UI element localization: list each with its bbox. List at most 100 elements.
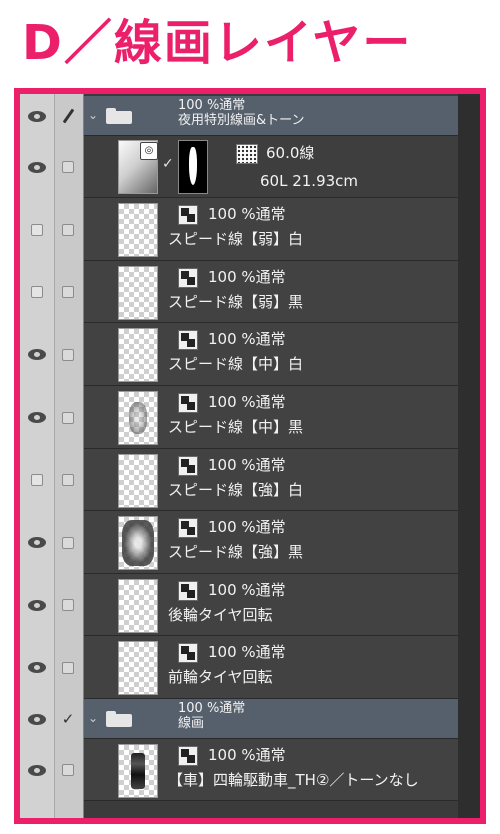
visibility-toggle[interactable] (20, 636, 54, 699)
layer-content[interactable]: 100 %通常スピード線【強】黒 (84, 511, 458, 574)
lock-checkbox-icon (62, 599, 74, 611)
layer-blend-mode: 100 %通常 (208, 268, 286, 286)
layer-row[interactable]: 100 %通常 後輪タイヤ回転 (20, 574, 458, 636)
lock-toggle[interactable] (54, 96, 82, 136)
chevron-down-icon[interactable]: ⌄ (88, 108, 98, 122)
layer-blend-mode: 100 %通常 (208, 393, 286, 411)
lock-toggle[interactable] (54, 386, 82, 449)
folder-name: 線画 (178, 716, 205, 731)
raster-layer-icon (178, 268, 198, 288)
lock-toggle[interactable] (54, 261, 82, 323)
layer-row[interactable]: 100 %通常スピード線【強】黒 (20, 511, 458, 574)
layer-name: 【車】四輪駆動車_TH②／トーンなし (168, 771, 419, 789)
scrollbar[interactable] (458, 94, 480, 818)
layer-content[interactable]: 100 %通常 スピード線【中】黒 (84, 386, 458, 449)
eye-icon (28, 599, 46, 611)
layer-row[interactable]: 100 %通常 スピード線【強】白 (20, 449, 458, 511)
visibility-toggle[interactable] (20, 699, 54, 739)
hidden-checkbox-icon (31, 474, 43, 486)
raster-layer-icon (178, 205, 198, 225)
visibility-toggle[interactable] (20, 386, 54, 449)
layer-thumbnail (118, 641, 158, 695)
page-title: D／線画レイヤー (22, 15, 413, 71)
layer-content[interactable]: 100 %通常スピード線【中】白 (84, 323, 458, 386)
layer-row[interactable]: 100 %通常 前輪タイヤ回転 (20, 636, 458, 699)
chevron-down-icon[interactable]: ⌄ (88, 711, 98, 725)
layer-row[interactable]: 100 %通常 スピード線【弱】黒 (20, 261, 458, 323)
lock-toggle[interactable] (54, 323, 82, 386)
layer-content[interactable]: 100 %通常 【車】四輪駆動車_TH②／トーンなし (84, 739, 458, 801)
visibility-toggle[interactable] (20, 511, 54, 574)
layer-content[interactable]: ◎ ✓ 60.0線 60L 21.93cm (84, 136, 458, 198)
raster-layer-icon (178, 643, 198, 663)
layer-thumbnail (118, 391, 158, 445)
visibility-toggle[interactable] (20, 323, 54, 386)
layer-row[interactable]: 100 %通常 【車】四輪駆動車_TH②／トーンなし (20, 739, 458, 801)
visibility-toggle[interactable] (20, 198, 54, 261)
lock-toggle[interactable] (54, 449, 82, 511)
lock-checkbox-icon (62, 661, 74, 674)
tone-info: 60L 21.93cm (260, 172, 359, 190)
layer-thumbnail (118, 516, 158, 570)
layer-content[interactable]: ⌄ 100 %通常 夜用特別線画&トーン (84, 96, 458, 136)
folder-blend-mode: 100 %通常 (178, 701, 246, 716)
eye-icon (28, 349, 46, 360)
layer-content[interactable]: 100 %通常 スピード線【弱】白 (84, 198, 458, 261)
layer-name: スピード線【強】白 (168, 481, 304, 499)
layer-content[interactable]: 100 %通常 スピード線【弱】黒 (84, 261, 458, 323)
layer-panel: ⌄ 100 %通常 夜用特別線画&トーン ◎ ✓ 60.0線 60L 21.93cm 100 … (14, 88, 486, 824)
eye-icon (28, 662, 46, 673)
lock-toggle[interactable] (54, 739, 82, 801)
layer-blend-mode: 100 %通常 (208, 518, 286, 536)
eye-icon (28, 537, 46, 548)
raster-layer-icon (178, 456, 198, 476)
layer-content[interactable]: 100 %通常 前輪タイヤ回転 (84, 636, 458, 699)
lock-toggle[interactable] (54, 511, 82, 574)
layer-content[interactable]: 100 %通常 後輪タイヤ回転 (84, 574, 458, 636)
layer-row[interactable]: 100 %通常 スピード線【弱】白 (20, 198, 458, 261)
folder-name: 夜用特別線画&トーン (178, 113, 305, 128)
lock-toggle[interactable]: ✓ (54, 699, 82, 739)
layer-blend-mode: 100 %通常 (208, 643, 286, 661)
mask-thumbnail (178, 140, 208, 194)
layer-blend-mode: 100 %通常 (208, 330, 286, 348)
visibility-toggle[interactable] (20, 449, 54, 511)
lock-toggle[interactable] (54, 636, 82, 699)
visibility-toggle[interactable] (20, 574, 54, 636)
eye-icon (28, 713, 46, 725)
raster-layer-icon (178, 518, 198, 538)
layer-row[interactable]: 100 %通常 スピード線【中】黒 (20, 386, 458, 449)
lock-checkbox-icon (62, 764, 74, 776)
layer-thumbnail (118, 744, 158, 798)
mask-enabled-icon[interactable]: ✓ (162, 156, 174, 172)
hidden-checkbox-icon (31, 286, 43, 298)
visibility-toggle[interactable] (20, 739, 54, 801)
lock-checkbox-icon (62, 223, 74, 236)
check-icon: ✓ (61, 709, 75, 728)
eye-icon (28, 412, 46, 423)
visibility-toggle[interactable] (20, 96, 54, 136)
lock-toggle[interactable] (54, 136, 82, 198)
thumbnail-art (122, 520, 154, 566)
ruler-icon: ◎ (140, 142, 158, 160)
lock-checkbox-icon (62, 161, 74, 173)
lock-toggle[interactable] (54, 198, 82, 261)
thumbnail-art (131, 753, 145, 789)
raster-layer-icon (178, 746, 198, 766)
layer-folder-row[interactable]: ⌄ 100 %通常 夜用特別線画&トーン (20, 96, 458, 136)
visibility-toggle[interactable] (20, 136, 54, 198)
layer-content[interactable]: ⌄ 100 %通常 線画 (84, 699, 458, 739)
layer-blend-mode: 100 %通常 (208, 581, 286, 599)
layer-folder-row[interactable]: ✓ ⌄ 100 %通常 線画 (20, 699, 458, 739)
layer-blend-mode: 100 %通常 (208, 205, 286, 223)
layer-name: スピード線【中】白 (168, 355, 304, 373)
layer-thumbnail (118, 454, 158, 508)
layer-row[interactable]: 100 %通常スピード線【中】白 (20, 323, 458, 386)
lock-toggle[interactable] (54, 574, 82, 636)
layer-content[interactable]: 100 %通常 スピード線【強】白 (84, 449, 458, 511)
visibility-toggle[interactable] (20, 261, 54, 323)
pen-icon (62, 108, 74, 124)
layer-name: スピード線【強】黒 (168, 543, 304, 561)
ruler-layer-row[interactable]: ◎ ✓ 60.0線 60L 21.93cm (20, 136, 458, 198)
raster-layer-icon (178, 393, 198, 413)
